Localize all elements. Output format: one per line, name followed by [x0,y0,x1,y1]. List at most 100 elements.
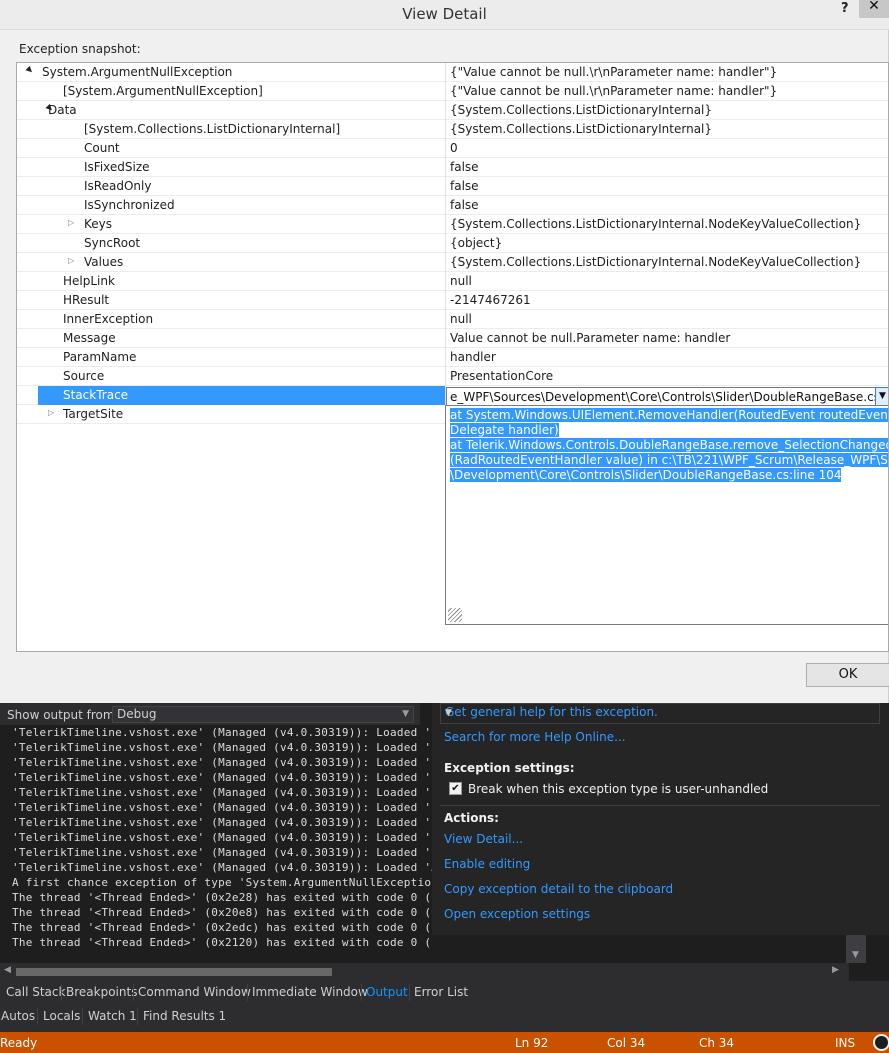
grid-row-value-cell[interactable]: null [445,272,888,291]
grid-row-value-cell[interactable]: {System.Collections.ListDictionaryIntern… [445,215,888,234]
grid-row-value-cell[interactable]: {System.Collections.ListDictionaryIntern… [445,120,888,139]
grid-row-value: 0 [450,141,458,155]
grid-row-value: {System.Collections.ListDictionaryIntern… [450,103,713,117]
tab-immediate-window[interactable]: Immediate Window [252,985,368,999]
grid-row[interactable]: Source PresentationCore [17,367,888,386]
grid-row-name-cell[interactable]: HelpLink [17,272,445,291]
tab-output[interactable]: Output [366,985,408,999]
scroll-down-icon[interactable]: ▼ [852,950,859,960]
grid-row[interactable]: ▷ Keys {System.Collections.ListDictionaryI… [17,215,888,234]
grid-row-name-cell[interactable]: Source [17,367,445,386]
grid-row-name: Data [48,103,77,117]
grid-row-name-cell[interactable]: [System.ArgumentNullException] [17,82,445,101]
grid-row-value-cell[interactable]: -2147467261 [445,291,888,310]
open-exception-settings-link[interactable]: Open exception settings [444,907,590,921]
grid-row-name-cell[interactable]: IsReadOnly [17,177,445,196]
copy-exception-detail-link[interactable]: Copy exception detail to the clipboard [444,882,673,896]
vertical-scrollbar[interactable]: ▼ [846,935,866,963]
grid-row[interactable]: [System.Collections.ListDictionaryIntern… [17,120,888,139]
grid-row-name-cell[interactable]: IsSynchronized [17,196,445,215]
grid-row-name-cell[interactable]: Message [17,329,445,348]
dialog-titlebar[interactable]: View Detail ? ✕ [0,0,889,30]
collapsed-arrow-icon[interactable]: ▷ [48,408,54,417]
grid-row[interactable]: InnerException null [17,310,888,329]
stacktrace-value-field[interactable]: e_WPF\Sources\Development\Core\Controls\… [446,387,889,406]
break-user-unhandled-checkbox[interactable]: ✔ [449,782,462,795]
enable-editing-link[interactable]: Enable editing [444,857,530,871]
show-output-from-label: Show output from: [7,708,119,722]
grid-row-value-cell[interactable]: {"Value cannot be null.\r\nParameter nam… [445,82,888,101]
help-icon[interactable]: ? [841,1,849,16]
break-user-unhandled-label[interactable]: Break when this exception type is user-u… [468,782,768,796]
tab-find-results-1[interactable]: Find Results 1 [143,1009,226,1023]
grid-row-name-cell[interactable]: ▲ Data [17,101,445,120]
tab-watch-1[interactable]: Watch 1 [88,1009,137,1023]
tab-locals[interactable]: Locals [43,1009,80,1023]
tab-breakpoints[interactable]: Breakpoints [66,985,137,999]
grid-row-value-cell[interactable]: PresentationCore [445,367,888,386]
grid-row[interactable]: SyncRoot {object} [17,234,888,253]
tab-autos[interactable]: Autos [1,1009,35,1023]
grid-row-name-cell[interactable]: SyncRoot [17,234,445,253]
grid-row-value-cell[interactable]: {System.Collections.ListDictionaryIntern… [445,101,888,120]
ok-button[interactable]: OK [806,663,889,687]
general-help-combo[interactable]: Get general help for this exception. ▼ [440,703,880,724]
grid-row-value-cell[interactable]: 0 [445,139,888,158]
grid-row-name-cell[interactable]: InnerException [17,310,445,329]
grid-row-name-cell[interactable]: ParamName [17,348,445,367]
grid-row[interactable]: ▲ System.ArgumentNullException {"Value can… [17,63,888,82]
stacktrace-dropdown-button[interactable]: ▼ [875,387,888,406]
output-source-select[interactable]: Debug ▼ [112,706,414,723]
grid-row-value-cell[interactable]: null [445,310,888,329]
grid-row[interactable]: ▲ Data {System.Collections.ListDictionaryI… [17,101,888,120]
stacktrace-popup[interactable]: at System.Windows.UIElement.RemoveHandle… [445,405,888,625]
expanded-arrow-icon[interactable]: ▲ [25,65,36,76]
grid-row[interactable]: Message Value cannot be null.Parameter na… [17,329,888,348]
output-text-area[interactable]: 'TelerikTimeline.vshost.exe' (Managed (v… [0,725,432,963]
tab-error-list[interactable]: Error List [414,985,468,999]
output-line: 'TelerikTimeline.vshost.exe' (Managed (v… [12,831,432,844]
scroll-left-icon[interactable]: ◀ [4,965,11,975]
collapsed-arrow-icon[interactable]: ▷ [68,256,74,265]
grid-row-name-cell[interactable]: Count [17,139,445,158]
output-line: The thread '<Thread Ended>' (0x20e8) has… [12,906,432,919]
grid-row-name-cell[interactable]: ▷ TargetSite [17,405,445,424]
grid-row[interactable]: IsReadOnly false [17,177,888,196]
grid-row-value-cell[interactable]: false [445,196,888,215]
grid-row[interactable]: ▷ Values {System.Collections.ListDictionar… [17,253,888,272]
resize-grip-icon[interactable] [448,608,462,622]
view-detail-link[interactable]: View Detail... [444,832,523,846]
collapsed-arrow-icon[interactable]: ▷ [68,218,74,227]
grid-row-name-cell[interactable]: HResult [17,291,445,310]
grid-row[interactable]: [System.ArgumentNullException] {"Value ca… [17,82,888,101]
grid-row-value-cell[interactable]: handler [445,348,888,367]
grid-row[interactable]: ParamName handler [17,348,888,367]
grid-row-name-cell[interactable]: ▷ Keys [17,215,445,234]
horizontal-scrollbar[interactable]: ◀ ▶ [0,963,849,981]
grid-row-name-cell[interactable]: [System.Collections.ListDictionaryIntern… [17,120,445,139]
grid-row-name-cell[interactable]: IsFixedSize [17,158,445,177]
search-help-online-link[interactable]: Search for more Help Online... [444,730,626,744]
horizontal-scroll-thumb[interactable] [16,968,332,976]
tab-command-window[interactable]: Command Window [138,985,251,999]
scroll-right-icon[interactable]: ▶ [832,965,839,975]
status-ready: Ready [0,1036,38,1050]
grid-row[interactable]: IsSynchronized false [17,196,888,215]
grid-row-value-cell[interactable]: {object} [445,234,888,253]
grid-row[interactable]: Count 0 [17,139,888,158]
grid-row-value-cell[interactable]: false [445,158,888,177]
stacktrace-value-text: e_WPF\Sources\Development\Core\Controls\… [450,390,889,404]
grid-row-name-cell[interactable]: StackTrace [38,386,445,405]
grid-row[interactable]: IsFixedSize false [17,158,888,177]
grid-row[interactable]: HResult -2147467261 [17,291,888,310]
grid-row-name-cell[interactable]: ▷ Values [17,253,445,272]
grid-row-name-cell[interactable]: ▲ System.ArgumentNullException [17,63,445,82]
grid-row-value-cell[interactable]: Value cannot be null.Parameter name: han… [445,329,888,348]
grid-row-value-cell[interactable]: false [445,177,888,196]
grid-row-value-cell[interactable]: {System.Collections.ListDictionaryIntern… [445,253,888,272]
grid-row[interactable]: HelpLink null [17,272,888,291]
grid-row-value-cell[interactable]: {"Value cannot be null.\r\nParameter nam… [445,63,888,82]
notification-icon[interactable] [873,1034,889,1051]
tab-call-stack[interactable]: Call Stack [6,985,65,999]
close-icon[interactable]: ✕ [859,0,889,18]
